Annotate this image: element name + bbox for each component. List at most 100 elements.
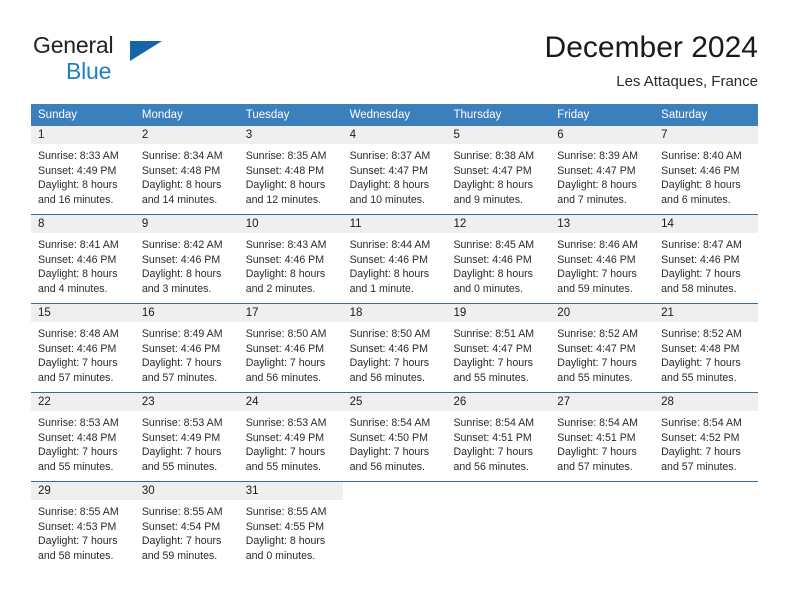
day-number: 28 <box>654 393 759 411</box>
day-cell[interactable]: 12 Sunrise: 8:45 AM Sunset: 4:46 PM Dayl… <box>446 215 551 303</box>
day-cell[interactable]: 31 Sunrise: 8:55 AM Sunset: 4:55 PM Dayl… <box>238 482 343 570</box>
general-blue-logo[interactable]: General Blue <box>33 33 263 89</box>
sunset-text: Sunset: 4:46 PM <box>141 342 221 355</box>
sunset-text: Sunset: 4:53 PM <box>38 520 117 533</box>
sunset-text: Sunset: 4:51 PM <box>453 431 532 444</box>
day-cell[interactable]: 15 Sunrise: 8:48 AM Sunset: 4:46 PM Dayl… <box>31 304 135 392</box>
day-number: 11 <box>342 215 447 233</box>
day-cell[interactable]: 7 Sunrise: 8:40 AM Sunset: 4:46 PM Dayli… <box>654 126 759 214</box>
day-details: Sunrise: 8:39 AM Sunset: 4:47 PM Dayligh… <box>550 144 654 207</box>
daylight-text-line2: and 14 minutes. <box>141 193 218 206</box>
day-number <box>343 482 447 500</box>
day-cell[interactable]: 5 Sunrise: 8:38 AM Sunset: 4:47 PM Dayli… <box>446 126 551 214</box>
page-header: General Blue December 2024 Les Attaques,… <box>0 0 792 96</box>
day-details: Sunrise: 8:48 AM Sunset: 4:46 PM Dayligh… <box>31 322 135 385</box>
sunrise-text: Sunrise: 8:52 AM <box>557 328 638 340</box>
day-cell[interactable]: 29 Sunrise: 8:55 AM Sunset: 4:53 PM Dayl… <box>31 482 135 570</box>
weekday-header-sunday: Sunday <box>38 109 78 121</box>
sunrise-text: Sunrise: 8:52 AM <box>661 328 742 340</box>
daylight-text-line1: Daylight: 7 hours <box>453 446 533 459</box>
day-cell[interactable]: 18 Sunrise: 8:50 AM Sunset: 4:46 PM Dayl… <box>342 304 447 392</box>
sunset-text: Sunset: 4:46 PM <box>141 253 221 266</box>
sunrise-text: Sunrise: 8:43 AM <box>245 239 327 251</box>
day-cell[interactable]: 17 Sunrise: 8:50 AM Sunset: 4:46 PM Dayl… <box>238 304 343 392</box>
daylight-text-line2: and 57 minutes. <box>38 371 114 384</box>
sunset-text: Sunset: 4:46 PM <box>245 253 325 266</box>
daylight-text-line1: Daylight: 7 hours <box>141 535 222 548</box>
sunset-text: Sunset: 4:47 PM <box>453 342 532 355</box>
daylight-text-line2: and 59 minutes. <box>557 282 633 295</box>
day-details: Sunrise: 8:38 AM Sunset: 4:47 PM Dayligh… <box>446 144 550 207</box>
day-cell[interactable]: 8 Sunrise: 8:41 AM Sunset: 4:46 PM Dayli… <box>31 215 135 303</box>
day-cell[interactable]: 16 Sunrise: 8:49 AM Sunset: 4:46 PM Dayl… <box>134 304 239 392</box>
day-details: Sunrise: 8:54 AM Sunset: 4:51 PM Dayligh… <box>550 411 654 474</box>
weekday-header-row: Sunday Monday Tuesday Wednesday Thursday… <box>31 104 758 126</box>
day-details: Sunrise: 8:37 AM Sunset: 4:47 PM Dayligh… <box>343 144 447 207</box>
day-cell[interactable]: 25 Sunrise: 8:54 AM Sunset: 4:50 PM Dayl… <box>342 393 447 481</box>
day-details <box>550 500 654 505</box>
sunrise-text: Sunrise: 8:48 AM <box>38 328 119 340</box>
sunset-text: Sunset: 4:46 PM <box>349 253 428 266</box>
day-cell[interactable]: 27 Sunrise: 8:54 AM Sunset: 4:51 PM Dayl… <box>550 393 655 481</box>
sunset-text: Sunset: 4:51 PM <box>557 431 636 444</box>
day-number: 15 <box>31 304 135 322</box>
day-cell[interactable]: 13 Sunrise: 8:46 AM Sunset: 4:46 PM Dayl… <box>550 215 655 303</box>
day-number: 31 <box>238 482 343 500</box>
daylight-text-line1: Daylight: 7 hours <box>38 535 118 548</box>
daylight-text-line2: and 56 minutes. <box>349 371 425 384</box>
day-details: Sunrise: 8:54 AM Sunset: 4:52 PM Dayligh… <box>654 411 758 474</box>
daylight-text-line2: and 55 minutes. <box>557 371 633 384</box>
daylight-text-line1: Daylight: 7 hours <box>557 357 637 370</box>
day-cell[interactable]: 23 Sunrise: 8:53 AM Sunset: 4:49 PM Dayl… <box>134 393 239 481</box>
sunrise-text: Sunrise: 8:33 AM <box>38 150 119 162</box>
daylight-text-line2: and 57 minutes. <box>557 460 633 473</box>
day-number <box>446 482 550 500</box>
day-cell[interactable]: 10 Sunrise: 8:43 AM Sunset: 4:46 PM Dayl… <box>238 215 343 303</box>
sunset-text: Sunset: 4:46 PM <box>245 342 325 355</box>
sunrise-text: Sunrise: 8:51 AM <box>453 328 535 340</box>
day-cell[interactable]: 9 Sunrise: 8:42 AM Sunset: 4:46 PM Dayli… <box>134 215 239 303</box>
week-row: 8 Sunrise: 8:41 AM Sunset: 4:46 PM Dayli… <box>31 214 759 303</box>
day-cell[interactable]: 6 Sunrise: 8:39 AM Sunset: 4:47 PM Dayli… <box>550 126 655 214</box>
day-cell[interactable]: 2 Sunrise: 8:34 AM Sunset: 4:48 PM Dayli… <box>134 126 239 214</box>
sunset-text: Sunset: 4:49 PM <box>141 431 221 444</box>
day-cell[interactable]: 26 Sunrise: 8:54 AM Sunset: 4:51 PM Dayl… <box>446 393 551 481</box>
day-cell[interactable]: 21 Sunrise: 8:52 AM Sunset: 4:48 PM Dayl… <box>654 304 759 392</box>
day-cell[interactable]: 11 Sunrise: 8:44 AM Sunset: 4:46 PM Dayl… <box>342 215 447 303</box>
daylight-text-line1: Daylight: 7 hours <box>557 268 637 281</box>
daylight-text-line1: Daylight: 7 hours <box>38 357 118 370</box>
calendar-grid: Sunday Monday Tuesday Wednesday Thursday… <box>31 104 759 570</box>
week-row: 1 Sunrise: 8:33 AM Sunset: 4:49 PM Dayli… <box>31 126 759 214</box>
day-cell[interactable]: 28 Sunrise: 8:54 AM Sunset: 4:52 PM Dayl… <box>654 393 759 481</box>
day-cell[interactable]: 20 Sunrise: 8:52 AM Sunset: 4:47 PM Dayl… <box>550 304 655 392</box>
day-details: Sunrise: 8:53 AM Sunset: 4:48 PM Dayligh… <box>31 411 135 474</box>
day-cell[interactable]: 19 Sunrise: 8:51 AM Sunset: 4:47 PM Dayl… <box>446 304 551 392</box>
sunrise-text: Sunrise: 8:54 AM <box>557 417 638 429</box>
sunrise-text: Sunrise: 8:45 AM <box>453 239 535 251</box>
sunrise-text: Sunrise: 8:38 AM <box>453 150 535 162</box>
sunrise-text: Sunrise: 8:53 AM <box>245 417 327 429</box>
daylight-text-line2: and 0 minutes. <box>453 282 523 295</box>
sunrise-text: Sunrise: 8:53 AM <box>38 417 119 429</box>
day-cell[interactable]: 24 Sunrise: 8:53 AM Sunset: 4:49 PM Dayl… <box>238 393 343 481</box>
weekday-header-tuesday: Tuesday <box>245 109 290 121</box>
day-cell[interactable]: 3 Sunrise: 8:35 AM Sunset: 4:48 PM Dayli… <box>238 126 343 214</box>
sunrise-text: Sunrise: 8:46 AM <box>557 239 638 251</box>
daylight-text-line2: and 10 minutes. <box>349 193 425 206</box>
day-number: 19 <box>446 304 551 322</box>
week-row: 29 Sunrise: 8:55 AM Sunset: 4:53 PM Dayl… <box>31 481 758 570</box>
day-cell[interactable]: 4 Sunrise: 8:37 AM Sunset: 4:47 PM Dayli… <box>342 126 447 214</box>
day-cell[interactable]: 22 Sunrise: 8:53 AM Sunset: 4:48 PM Dayl… <box>31 393 135 481</box>
day-details: Sunrise: 8:34 AM Sunset: 4:48 PM Dayligh… <box>135 144 239 207</box>
day-cell[interactable]: 30 Sunrise: 8:55 AM Sunset: 4:54 PM Dayl… <box>134 482 239 570</box>
sunrise-text: Sunrise: 8:55 AM <box>245 506 327 518</box>
day-details: Sunrise: 8:54 AM Sunset: 4:50 PM Dayligh… <box>343 411 447 474</box>
daylight-text-line1: Daylight: 8 hours <box>245 268 326 281</box>
day-number: 3 <box>238 126 343 144</box>
daylight-text-line2: and 2 minutes. <box>245 282 316 295</box>
day-cell[interactable]: 1 Sunrise: 8:33 AM Sunset: 4:49 PM Dayli… <box>31 126 135 214</box>
daylight-text-line1: Daylight: 8 hours <box>453 268 533 281</box>
day-number: 8 <box>31 215 135 233</box>
day-cell[interactable]: 14 Sunrise: 8:47 AM Sunset: 4:46 PM Dayl… <box>654 215 759 303</box>
day-number: 12 <box>446 215 551 233</box>
